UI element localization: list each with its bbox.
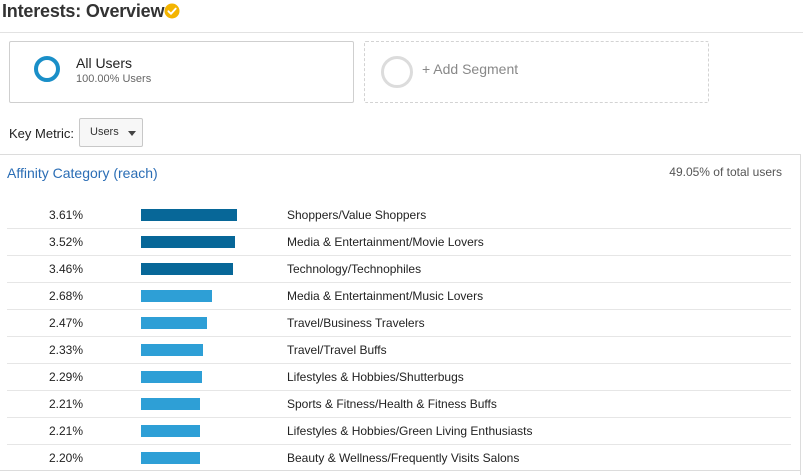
row-percent: 3.52% (48, 235, 83, 249)
row-percent: 2.21% (48, 397, 83, 411)
bar-track (141, 209, 251, 221)
row-percent: 3.46% (48, 262, 83, 276)
reach-bar (141, 290, 212, 302)
row-category-label: Travel/Travel Buffs (287, 343, 387, 357)
row-percent: 3.61% (48, 208, 83, 222)
row-percent: 2.21% (48, 424, 83, 438)
divider (0, 470, 800, 471)
affinity-table: 3.61% Shoppers/Value Shoppers 3.52% Media &… (7, 202, 791, 471)
row-category-label: Technology/Technophiles (287, 262, 422, 276)
reach-bar (141, 425, 200, 437)
row-percent: 2.29% (48, 370, 83, 384)
table-row: 2.29% Lifestyles & Hobbies/Shutterbugs (7, 364, 791, 391)
bar-track (141, 452, 251, 464)
segment-all-users[interactable]: All Users 100.00% Users (9, 41, 354, 103)
table-row: 2.68% Media & Entertainment/Music Lovers (7, 283, 791, 310)
table-row: 3.46% Technology/Technophiles (7, 256, 791, 283)
total-users-text: 49.05% of total users (669, 165, 782, 179)
reach-bar (141, 344, 203, 356)
table-row: 2.20% Beauty & Wellness/Frequently Visits… (7, 445, 791, 471)
add-segment-label: + Add Segment (422, 61, 519, 77)
segment-subtitle: 100.00% Users (76, 73, 152, 85)
reach-bar (141, 263, 233, 275)
affinity-panel: Affinity Category (reach) 49.05% of tota… (0, 154, 801, 475)
row-category-label: Media & Entertainment/Music Lovers (287, 289, 484, 303)
bar-track (141, 344, 251, 356)
reach-bar (141, 236, 235, 248)
reach-bar (141, 209, 237, 221)
bar-track (141, 398, 251, 410)
row-category-label: Media & Entertainment/Movie Lovers (287, 235, 484, 249)
header-bar: Interests: Overview (0, 0, 803, 33)
bar-track (141, 263, 251, 275)
row-category-label: Sports & Fitness/Health & Fitness Buffs (287, 397, 497, 411)
table-row: 3.52% Media & Entertainment/Movie Lovers (7, 229, 791, 256)
affinity-category-link[interactable]: Affinity Category (reach) (7, 165, 158, 181)
key-metric-value: Users (90, 126, 119, 138)
row-category-label: Lifestyles & Hobbies/Shutterbugs (287, 370, 464, 384)
row-percent: 2.33% (48, 343, 83, 357)
segment-ring-icon (34, 56, 60, 82)
bar-track (141, 236, 251, 248)
add-segment-button[interactable]: + Add Segment (364, 41, 709, 103)
row-category-label: Lifestyles & Hobbies/Green Living Enthus… (287, 424, 533, 438)
row-percent: 2.20% (48, 451, 83, 465)
reach-bar (141, 452, 200, 464)
empty-segment-ring-icon (381, 56, 413, 88)
reach-bar (141, 317, 207, 329)
page-title: Interests: Overview (2, 1, 165, 21)
check-badge-icon (164, 3, 180, 19)
bar-track (141, 317, 251, 329)
key-metric-label: Key Metric: (9, 126, 75, 141)
bar-track (141, 290, 251, 302)
row-percent: 2.47% (48, 316, 83, 330)
table-row: 3.61% Shoppers/Value Shoppers (7, 202, 791, 229)
row-percent: 2.68% (48, 289, 83, 303)
key-metric-dropdown[interactable]: Users (79, 118, 143, 147)
chevron-down-icon (128, 131, 136, 136)
bar-track (141, 371, 251, 383)
table-row: 2.21% Lifestyles & Hobbies/Green Living E… (7, 418, 791, 445)
table-row: 2.21% Sports & Fitness/Health & Fitness B… (7, 391, 791, 418)
table-row: 2.33% Travel/Travel Buffs (7, 337, 791, 364)
reach-bar (141, 371, 202, 383)
table-row: 2.47% Travel/Business Travelers (7, 310, 791, 337)
reach-bar (141, 398, 200, 410)
bar-track (141, 425, 251, 437)
segment-name: All Users (76, 55, 133, 71)
row-category-label: Beauty & Wellness/Frequently Visits Salo… (287, 451, 520, 465)
row-category-label: Travel/Business Travelers (287, 316, 425, 330)
row-category-label: Shoppers/Value Shoppers (287, 208, 427, 222)
